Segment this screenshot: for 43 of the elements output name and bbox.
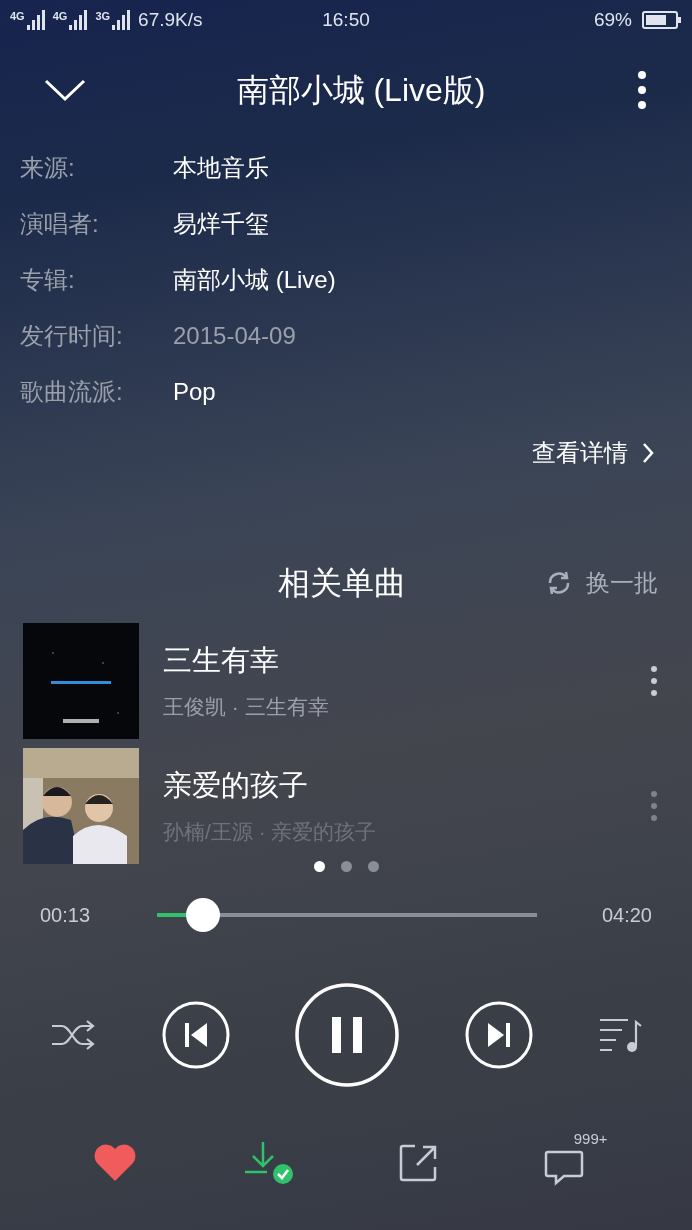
shuffle-icon[interactable] <box>50 1018 96 1052</box>
progress-handle[interactable] <box>186 898 221 932</box>
info-value: 2015-04-09 <box>173 321 296 351</box>
view-details-link[interactable]: 查看详情 <box>532 435 628 471</box>
section-title: 相关单曲 <box>278 564 406 603</box>
info-value: 易烊千玺 <box>173 209 269 239</box>
battery-icon <box>642 10 682 30</box>
signal-icon <box>112 10 131 30</box>
collapse-chevron-icon[interactable] <box>44 78 86 102</box>
song-name: 亲爱的孩子 <box>163 768 309 803</box>
song-title: 南部小城 (Live版) <box>236 71 486 110</box>
refresh-icon <box>546 570 572 596</box>
info-value: Pop <box>173 377 216 407</box>
comment-icon[interactable] <box>543 1150 584 1186</box>
network-label: 3G <box>95 11 111 22</box>
previous-button[interactable] <box>161 1001 230 1069</box>
network-speed: 67.9K/s <box>138 7 203 32</box>
info-value: 本地音乐 <box>173 153 269 183</box>
comment-count: 999+ <box>573 1129 608 1149</box>
network-label: 4G <box>10 11 25 22</box>
signal-icon <box>69 10 88 30</box>
more-icon[interactable] <box>636 70 648 110</box>
info-value: 南部小城 (Live) <box>173 265 336 295</box>
playlist-icon[interactable] <box>598 1016 642 1054</box>
info-label: 演唱者: <box>20 209 100 239</box>
elapsed-time: 00:13 <box>40 903 92 928</box>
song-subtitle: 王俊凯 · 三生有幸 <box>163 693 330 720</box>
chevron-right-icon[interactable] <box>642 442 654 464</box>
more-icon[interactable] <box>650 664 658 697</box>
info-label: 来源: <box>20 153 76 183</box>
song-name: 三生有幸 <box>163 643 280 678</box>
battery-percent: 69% <box>593 7 632 32</box>
download-icon[interactable] <box>242 1140 295 1186</box>
info-label: 发行时间: <box>20 321 124 351</box>
clock: 16:50 <box>321 7 371 32</box>
signal-icon <box>26 10 45 30</box>
network-label: 4G <box>52 11 68 22</box>
next-button[interactable] <box>464 1001 533 1069</box>
total-time: 04:20 <box>601 903 652 928</box>
pause-button[interactable] <box>295 983 399 1087</box>
info-label: 专辑: <box>20 265 76 295</box>
refresh-button[interactable]: 换一批 <box>546 565 658 601</box>
info-label: 歌曲流派: <box>20 377 124 407</box>
